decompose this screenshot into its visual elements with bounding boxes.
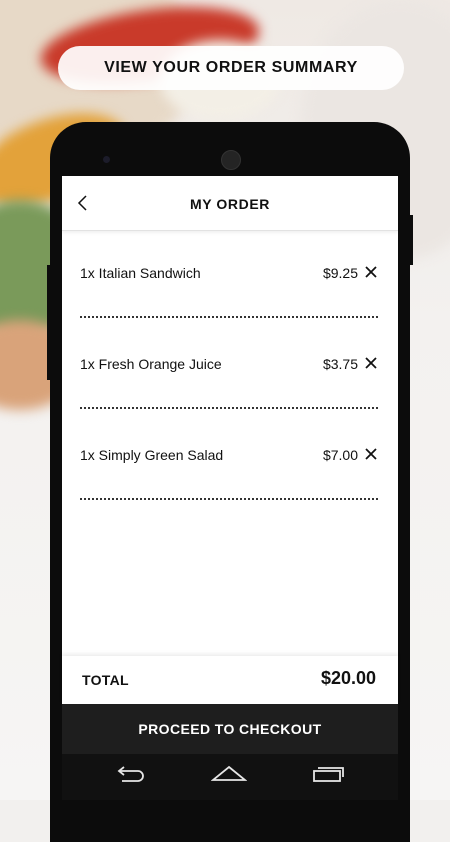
item-price: $9.25 bbox=[322, 265, 358, 281]
android-nav-bar bbox=[62, 754, 398, 800]
item-name: 1x Italian Sandwich bbox=[80, 265, 201, 281]
page-title: MY ORDER bbox=[190, 196, 270, 212]
total-label: TOTAL bbox=[82, 672, 129, 688]
back-icon[interactable] bbox=[112, 762, 148, 786]
order-item: 1x Fresh Orange Juice $3.75 bbox=[80, 322, 378, 413]
home-icon[interactable] bbox=[211, 762, 247, 786]
total-value: $20.00 bbox=[320, 668, 376, 688]
order-item: 1x Italian Sandwich $9.25 bbox=[80, 231, 378, 322]
proceed-to-checkout-button[interactable]: PROCEED TO CHECKOUT bbox=[62, 704, 398, 754]
order-items-list: 1x Italian Sandwich $9.25 1x Fresh Orang… bbox=[62, 231, 398, 504]
order-item: 1x Simply Green Salad $7.00 bbox=[80, 413, 378, 504]
order-screen: MY ORDER 1x Italian Sandwich $9.25 1x Fr… bbox=[62, 176, 398, 706]
item-divider bbox=[80, 498, 378, 500]
earpiece-speaker bbox=[221, 150, 241, 170]
front-camera bbox=[103, 156, 110, 163]
checkout-button-label: PROCEED TO CHECKOUT bbox=[138, 721, 322, 737]
item-name: 1x Simply Green Salad bbox=[80, 447, 224, 463]
promo-banner: VIEW YOUR ORDER SUMMARY bbox=[58, 46, 404, 90]
close-icon[interactable] bbox=[364, 265, 378, 279]
item-divider bbox=[80, 316, 378, 318]
item-price: $7.00 bbox=[322, 447, 358, 463]
close-icon[interactable] bbox=[364, 447, 378, 461]
app-header: MY ORDER bbox=[62, 176, 398, 231]
promo-banner-text: VIEW YOUR ORDER SUMMARY bbox=[104, 59, 358, 76]
recent-apps-icon[interactable] bbox=[310, 762, 346, 786]
item-name: 1x Fresh Orange Juice bbox=[80, 356, 222, 372]
item-divider bbox=[80, 407, 378, 409]
close-icon[interactable] bbox=[364, 356, 378, 370]
item-price: $3.75 bbox=[322, 356, 358, 372]
total-bar: TOTAL $20.00 bbox=[62, 656, 398, 704]
